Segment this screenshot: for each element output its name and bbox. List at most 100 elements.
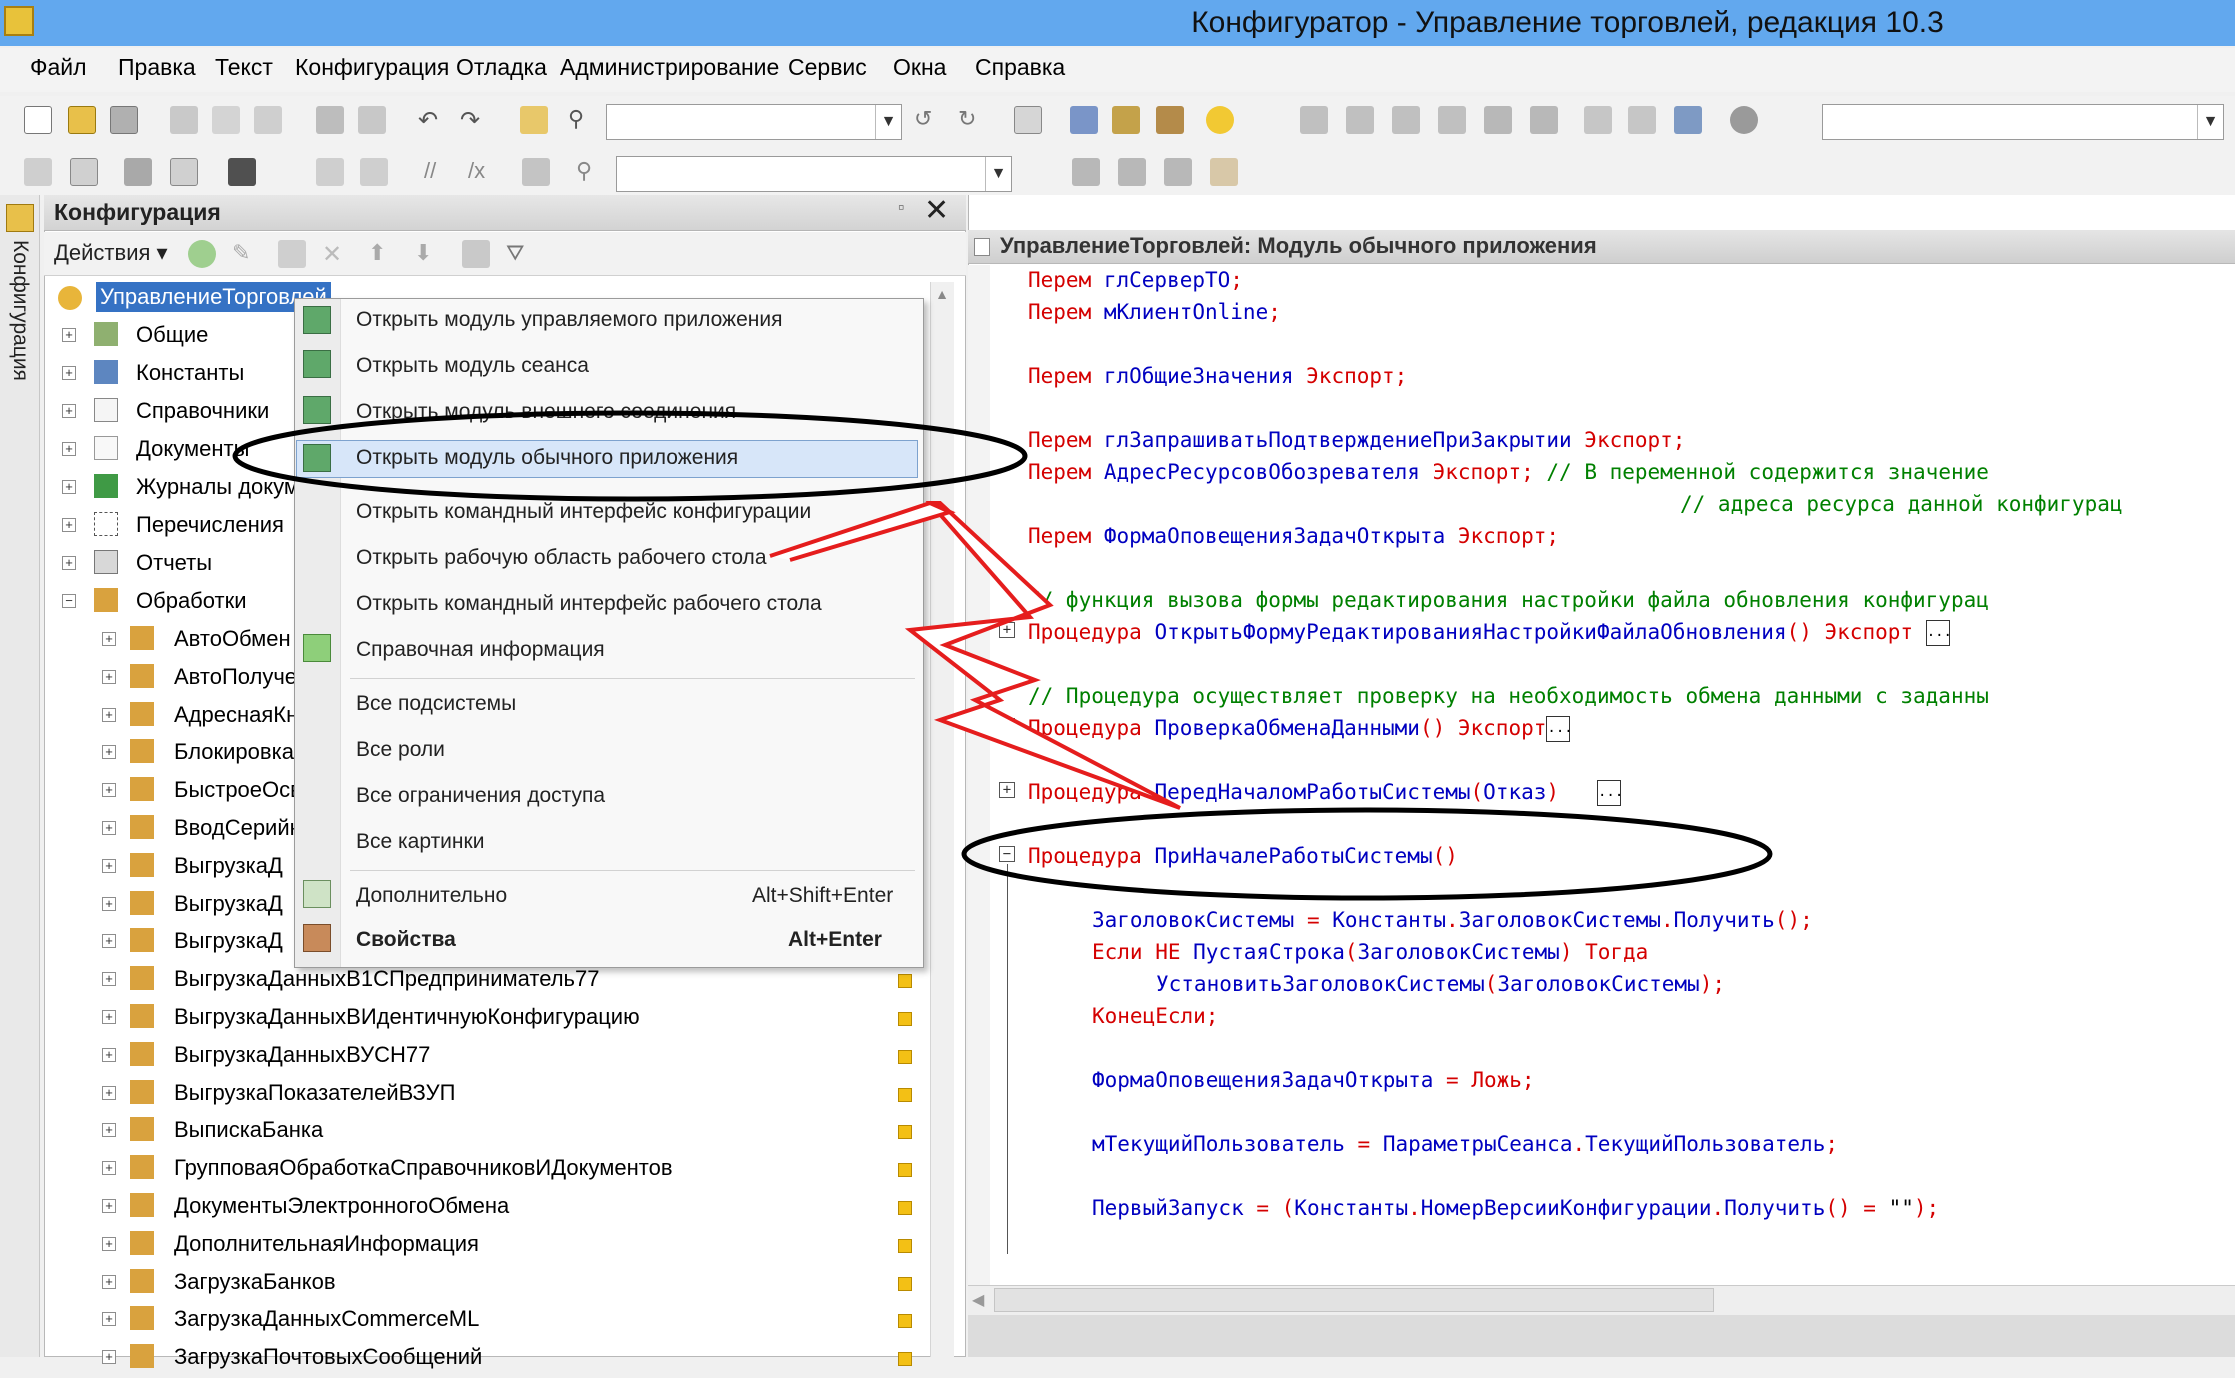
- expand-icon[interactable]: +: [102, 972, 116, 986]
- assistant-icon[interactable]: [1070, 106, 1098, 134]
- expand-icon[interactable]: +: [102, 632, 116, 646]
- syntax-check-icon[interactable]: [316, 158, 344, 186]
- format-icon[interactable]: [360, 158, 388, 186]
- expand-icon[interactable]: +: [102, 708, 116, 722]
- find-prev-icon[interactable]: ↻: [958, 106, 986, 134]
- menu-additional[interactable]: Дополнительно: [356, 884, 507, 908]
- uncomment-icon[interactable]: /x: [468, 158, 496, 186]
- expand-icon[interactable]: +: [102, 934, 116, 948]
- scroll-left-icon[interactable]: ◀: [972, 1290, 984, 1310]
- run-icon[interactable]: [228, 158, 256, 186]
- bookmark-icon[interactable]: [1072, 158, 1100, 186]
- tree-scrollbar[interactable]: [930, 282, 954, 1357]
- expand-icon[interactable]: +: [102, 1048, 116, 1062]
- debug-step-over-icon[interactable]: [1392, 106, 1420, 134]
- menu-help-info[interactable]: Справочная информация: [356, 638, 605, 662]
- comment-icon[interactable]: //: [424, 158, 452, 186]
- prev-bookmark-icon[interactable]: [1164, 158, 1192, 186]
- move-up-icon[interactable]: ⬆: [368, 240, 396, 268]
- next-bookmark-icon[interactable]: [1118, 158, 1146, 186]
- debug-step-out-icon[interactable]: [1438, 106, 1466, 134]
- menu-windows[interactable]: Окна: [893, 54, 946, 81]
- menu-open-session-module[interactable]: Открыть модуль сеанса: [356, 354, 589, 378]
- fold-collapse-icon[interactable]: −: [999, 846, 1015, 862]
- expand-icon[interactable]: +: [102, 1086, 116, 1100]
- windows-icon[interactable]: [1014, 106, 1042, 134]
- fold-expand-icon[interactable]: +: [999, 622, 1015, 638]
- collapse-icon[interactable]: −: [62, 594, 76, 608]
- expand-icon[interactable]: +: [102, 859, 116, 873]
- copy-icon[interactable]: [212, 106, 240, 134]
- collapsed-block[interactable]: ...: [1546, 716, 1573, 742]
- scrollbar-thumb[interactable]: [994, 1288, 1714, 1312]
- debug-step-icon[interactable]: [1346, 106, 1374, 134]
- table-icon[interactable]: [170, 158, 198, 186]
- expand-icon[interactable]: +: [102, 670, 116, 684]
- collapsed-block[interactable]: ...: [1925, 620, 1952, 646]
- menu-properties[interactable]: Свойства: [356, 928, 456, 952]
- chevron-down-icon[interactable]: ▼: [2197, 105, 2223, 139]
- delete-icon[interactable]: ✕: [322, 240, 350, 268]
- menu-help[interactable]: Справка: [975, 54, 1065, 81]
- menu-all-access-restrictions[interactable]: Все ограничения доступа: [356, 784, 605, 808]
- expand-icon[interactable]: +: [102, 1161, 116, 1175]
- expand-icon[interactable]: +: [102, 783, 116, 797]
- menu-all-roles[interactable]: Все роли: [356, 738, 445, 762]
- menu-debug[interactable]: Отладка: [456, 54, 547, 81]
- compare-icon[interactable]: [70, 158, 98, 186]
- database-icon[interactable]: [124, 158, 152, 186]
- copy-object-icon[interactable]: [278, 240, 306, 268]
- timer-icon[interactable]: [1730, 106, 1758, 134]
- expand-icon[interactable]: +: [102, 897, 116, 911]
- menu-edit[interactable]: Правка: [118, 54, 196, 81]
- expand-icon[interactable]: +: [62, 328, 76, 342]
- menu-all-subsystems[interactable]: Все подсистемы: [356, 692, 516, 716]
- find-next-icon[interactable]: ↺: [914, 106, 942, 134]
- collapsed-block[interactable]: ...: [1596, 780, 1623, 806]
- find-in-files-icon[interactable]: [520, 106, 548, 134]
- expand-icon[interactable]: +: [62, 518, 76, 532]
- edit-icon[interactable]: ✎: [232, 240, 260, 268]
- config-tab-icon[interactable]: [6, 204, 34, 232]
- filter-icon[interactable]: ⛛: [506, 240, 534, 268]
- clear-bookmarks-icon[interactable]: [1210, 158, 1238, 186]
- move-down-icon[interactable]: ⬇: [414, 240, 442, 268]
- scroll-up-icon[interactable]: ▲: [932, 286, 952, 306]
- paste-icon[interactable]: [254, 106, 282, 134]
- pin-icon[interactable]: ▫: [898, 197, 904, 218]
- expand-icon[interactable]: +: [102, 1010, 116, 1024]
- menu-file[interactable]: Файл: [30, 54, 87, 81]
- menu-open-desktop-workspace[interactable]: Открыть рабочую область рабочего стола: [356, 546, 767, 570]
- fold-expand-icon[interactable]: +: [999, 718, 1015, 734]
- menu-text[interactable]: Текст: [215, 54, 273, 81]
- redo-icon[interactable]: ↷: [460, 106, 488, 134]
- expand-icon[interactable]: +: [102, 1237, 116, 1251]
- calc-icon[interactable]: [1628, 106, 1656, 134]
- menu-open-desktop-command-interface[interactable]: Открыть командный интерфейс рабочего сто…: [356, 592, 822, 616]
- menu-administration[interactable]: Администрирование: [560, 54, 779, 81]
- close-icon[interactable]: ✕: [924, 193, 949, 228]
- help-search-icon[interactable]: [1112, 106, 1140, 134]
- expand-icon[interactable]: +: [62, 480, 76, 494]
- expand-icon[interactable]: +: [62, 442, 76, 456]
- print-preview-icon[interactable]: [358, 106, 386, 134]
- print-icon[interactable]: [316, 106, 344, 134]
- menu-open-external-connection-module[interactable]: Открыть модуль внешнего соединения: [356, 400, 736, 424]
- expand-icon[interactable]: +: [102, 745, 116, 759]
- debug-stop-icon[interactable]: [1530, 106, 1558, 134]
- chevron-down-icon[interactable]: ▼: [875, 105, 901, 139]
- expand-icon[interactable]: +: [102, 1123, 116, 1137]
- menu-all-pictures[interactable]: Все картинки: [356, 830, 484, 854]
- chevron-down-icon[interactable]: ▼: [985, 157, 1011, 191]
- fold-expand-icon[interactable]: +: [999, 782, 1015, 798]
- menu-open-managed-app-module[interactable]: Открыть модуль управляемого приложения: [356, 308, 782, 332]
- expand-icon[interactable]: +: [102, 1275, 116, 1289]
- sort-icon[interactable]: [462, 240, 490, 268]
- expand-icon[interactable]: +: [102, 1312, 116, 1326]
- expand-icon[interactable]: +: [102, 1199, 116, 1213]
- menu-open-config-command-interface[interactable]: Открыть командный интерфейс конфигурации: [356, 500, 811, 524]
- save-icon[interactable]: [110, 106, 138, 134]
- open-folder-icon[interactable]: [68, 106, 96, 134]
- search-icon[interactable]: ⚲: [568, 106, 596, 134]
- procedure-list-icon[interactable]: [522, 158, 550, 186]
